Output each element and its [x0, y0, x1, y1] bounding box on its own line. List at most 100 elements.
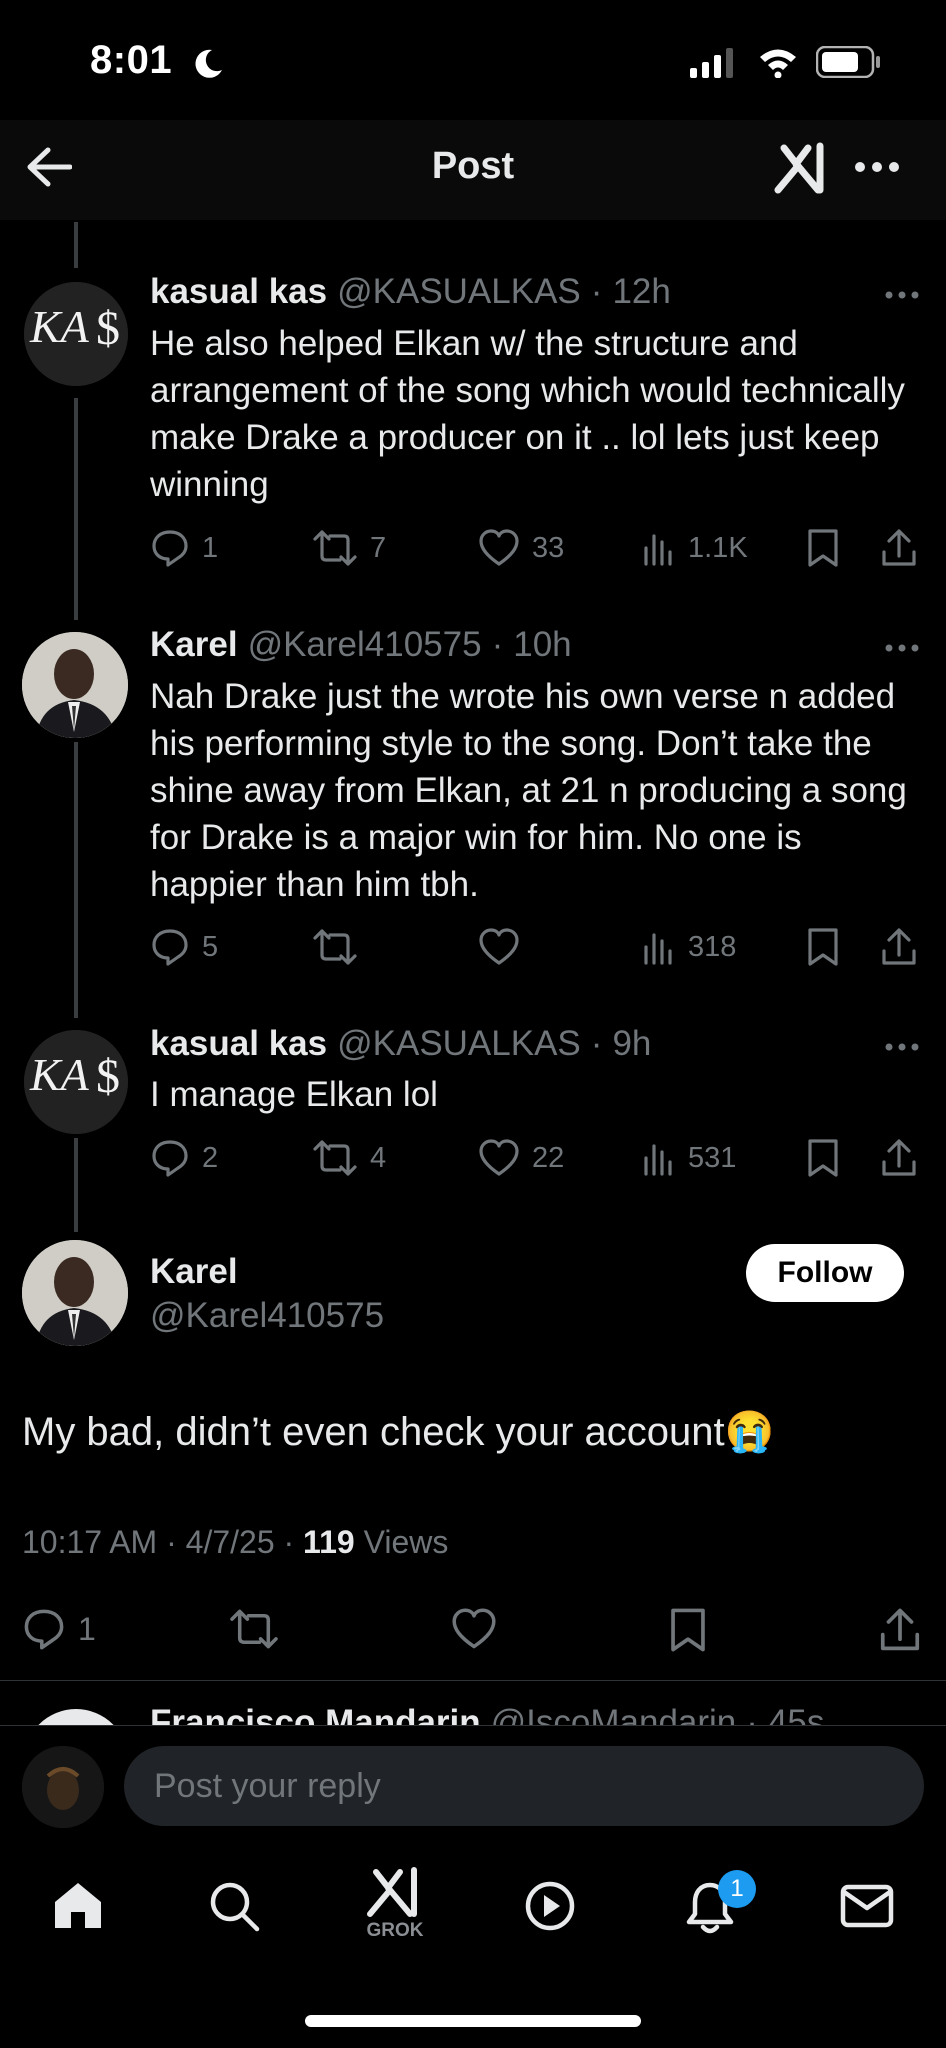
post-time: 9h: [612, 1024, 652, 1063]
post-timestamp: 10:17 AM · 4/7/25 ·: [22, 1524, 304, 1560]
views-button[interactable]: 1.1K: [642, 528, 748, 568]
comment-icon: [152, 1140, 188, 1177]
search-icon[interactable]: [208, 1880, 260, 1932]
reply-input[interactable]: Post your reply: [124, 1746, 924, 1826]
thread-line: [74, 222, 78, 268]
author-handle[interactable]: @KASUALKAS: [337, 272, 581, 312]
thread-line: [74, 398, 78, 620]
repost-icon: [313, 929, 357, 965]
video-play-icon[interactable]: [524, 1880, 576, 1932]
portrait-avatar: [22, 632, 128, 738]
signal-icon: [690, 48, 733, 78]
author-name[interactable]: kasual kas: [150, 272, 327, 312]
author-handle[interactable]: @Karel410575: [248, 625, 482, 665]
views-count: 531: [688, 1141, 737, 1174]
views-count: 318: [688, 930, 737, 963]
repost-icon: [313, 1140, 357, 1176]
views-count: 1.1K: [688, 531, 748, 564]
repost-button[interactable]: 7: [312, 528, 386, 568]
reply-text: He also helped Elkan w/ the structure an…: [150, 324, 905, 504]
author-name[interactable]: Karel: [150, 625, 238, 665]
like-count: 33: [532, 531, 565, 564]
heart-icon: [479, 928, 519, 965]
avatar[interactable]: KA $: [24, 1030, 128, 1134]
views-count[interactable]: 119: [303, 1524, 355, 1560]
author-handle[interactable]: @Karel410575: [150, 1296, 384, 1336]
kas-logo-avatar: KA $: [24, 1030, 128, 1134]
author-handle[interactable]: @IscoMandarin: [491, 1703, 737, 1725]
svg-text:$: $: [96, 1050, 120, 1103]
heart-icon: [479, 529, 519, 566]
thread-line: [74, 1138, 78, 1232]
post-meta: 10:17 AM · 4/7/25 · 119 Views: [22, 1524, 448, 1561]
grok-tab[interactable]: GROK: [360, 1866, 430, 1942]
svg-text:KA: KA: [29, 301, 90, 352]
views-button[interactable]: 318: [642, 927, 736, 967]
views-button[interactable]: 531: [642, 1138, 736, 1178]
avatar[interactable]: [22, 632, 128, 738]
bookmark-icon[interactable]: [806, 528, 840, 568]
reply-text: Nah Drake just the wrote his own verse n…: [150, 677, 907, 904]
comment-icon: [24, 1609, 64, 1650]
share-icon[interactable]: [880, 1138, 918, 1178]
svg-text:KA: KA: [29, 1049, 90, 1100]
comment-icon: [152, 530, 188, 567]
like-count: 22: [532, 1141, 565, 1174]
post-menu-icon[interactable]: [884, 290, 920, 300]
reply-text: I manage Elkan lol: [150, 1075, 438, 1114]
share-icon[interactable]: [878, 1607, 922, 1653]
avatar[interactable]: [22, 1240, 128, 1346]
home-icon[interactable]: [52, 1880, 104, 1930]
heart-icon[interactable]: [450, 1607, 498, 1651]
bookmark-icon[interactable]: [806, 927, 840, 967]
svg-text:$: $: [96, 302, 120, 355]
like-button[interactable]: 33: [478, 528, 564, 568]
grok-icon: [367, 1867, 417, 1917]
wifi-icon: [760, 49, 796, 78]
author-name[interactable]: Francisco Mandarin: [150, 1703, 481, 1725]
post-menu-icon[interactable]: [884, 643, 920, 653]
repost-button[interactable]: 4: [312, 1138, 386, 1178]
repost-icon[interactable]: [228, 1607, 280, 1651]
reply-count: 5: [202, 930, 219, 963]
reply-header: kasual kas @KASUALKAS · 12h: [150, 272, 671, 312]
analytics-icon: [644, 933, 672, 965]
reply-button[interactable]: 1: [150, 528, 218, 568]
portrait-avatar: [22, 1240, 128, 1346]
repost-count: 4: [370, 1141, 387, 1174]
my-avatar[interactable]: [22, 1746, 104, 1828]
author-name[interactable]: Karel: [150, 1252, 238, 1292]
avatar[interactable]: [24, 1709, 128, 1725]
repost-icon: [313, 530, 357, 566]
share-icon[interactable]: [880, 528, 918, 568]
battery-icon: [816, 46, 880, 78]
follow-button[interactable]: Follow: [746, 1244, 904, 1302]
moon-icon: [195, 49, 222, 78]
main-post-actions: 1: [22, 1607, 922, 1653]
like-button[interactable]: 22: [478, 1138, 564, 1178]
repost-button[interactable]: [312, 927, 370, 967]
post-text: My bad, didn’t even check your account😭: [22, 1410, 775, 1454]
avatar[interactable]: KA $: [24, 282, 128, 386]
reply-header: Karel @Karel410575 · 10h: [150, 625, 572, 665]
reply-button[interactable]: 1: [22, 1607, 96, 1651]
analytics-icon: [644, 1144, 672, 1176]
reply-button[interactable]: 5: [150, 927, 218, 967]
grok-icon[interactable]: [774, 140, 828, 194]
reply-header: kasual kas @KASUALKAS · 9h: [150, 1024, 652, 1064]
analytics-icon: [644, 534, 672, 566]
post-time: 10h: [513, 625, 572, 664]
messages-mail-icon[interactable]: [840, 1884, 894, 1928]
share-icon[interactable]: [880, 927, 918, 967]
like-button[interactable]: [478, 927, 532, 967]
more-options-icon[interactable]: [854, 160, 900, 174]
views-label: Views: [354, 1524, 449, 1560]
reply-count: 1: [202, 531, 219, 564]
reply-button[interactable]: 2: [150, 1138, 218, 1178]
author-name[interactable]: kasual kas: [150, 1024, 327, 1064]
status-bar: 8:01: [0, 0, 946, 120]
post-menu-icon[interactable]: [884, 1042, 920, 1052]
bookmark-icon[interactable]: [668, 1607, 708, 1653]
bookmark-icon[interactable]: [806, 1138, 840, 1178]
author-handle[interactable]: @KASUALKAS: [337, 1024, 581, 1064]
